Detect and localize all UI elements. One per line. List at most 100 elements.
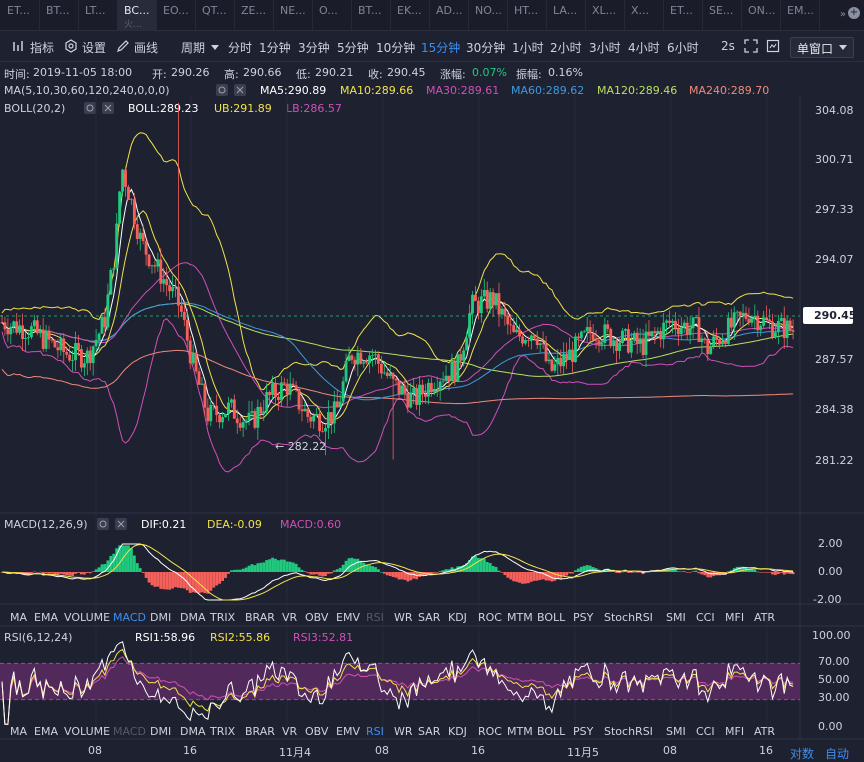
indicator-tab[interactable]: CCI [696, 725, 715, 738]
macd-histogram-bar [782, 572, 786, 575]
macd-histogram-bar [147, 572, 151, 583]
indicator-tab[interactable]: BOLL [537, 725, 565, 738]
rsi-title[interactable]: RSI(6,12,24) [4, 631, 72, 644]
indicator-tab[interactable]: MA [10, 611, 27, 624]
indicator-tab[interactable]: MTM [507, 725, 533, 738]
indicator-tab[interactable]: TRIX [210, 611, 235, 624]
indicator-tab[interactable]: DMI [150, 725, 171, 738]
indicator-tab[interactable]: StochRSI [604, 611, 653, 624]
candle-body [177, 286, 180, 306]
indicator-tab[interactable]: ATR [754, 725, 775, 738]
indicator-tab[interactable]: ROC [478, 611, 502, 624]
candle-body [632, 332, 636, 341]
macd-title[interactable]: MACD(12,26,9) [4, 518, 88, 531]
macd-histogram-bar [44, 572, 48, 573]
candle-body [597, 340, 601, 345]
indicator-tab[interactable]: OBV [305, 725, 328, 738]
auto-scale-toggle[interactable]: 自动 [825, 745, 849, 762]
candle-body [350, 355, 354, 360]
indicator-tab[interactable]: VR [282, 611, 297, 624]
indicator-tab[interactable]: MACD [113, 725, 146, 738]
indicator-tab[interactable]: EMA [34, 725, 58, 738]
kline-chart[interactable] [0, 0, 864, 758]
price-tick: 300.71 [815, 153, 854, 166]
macd-histogram-bar [50, 572, 54, 574]
indicator-tab[interactable]: CCI [696, 611, 715, 624]
macd-histogram-bar [315, 572, 319, 575]
macd-histogram-bar [91, 571, 95, 572]
macd-histogram-bar [335, 569, 339, 572]
indicator-tab[interactable]: VOLUME [64, 611, 110, 624]
candle-body [712, 336, 716, 347]
indicator-tab[interactable]: BRAR [245, 725, 275, 738]
indicator-tab[interactable]: ATR [754, 611, 775, 624]
macd-histogram-bar [56, 572, 60, 575]
indicator-tab[interactable]: SMI [666, 611, 686, 624]
indicator-tab[interactable]: EMV [336, 611, 360, 624]
macd-histogram-bar [771, 572, 774, 575]
indicator-tab[interactable]: ROC [478, 725, 502, 738]
candle-body [612, 340, 616, 347]
indicator-tab[interactable]: DMA [180, 611, 206, 624]
macd-close-button[interactable] [115, 518, 127, 530]
indicator-tab[interactable]: StochRSI [604, 725, 653, 738]
candle-body [326, 412, 330, 429]
indicator-tab[interactable]: WR [394, 611, 413, 624]
indicator-tab[interactable]: BRAR [245, 611, 275, 624]
indicator-tab[interactable]: MA [10, 725, 27, 738]
candle-body [341, 381, 345, 402]
indicator-tab[interactable]: MACD [113, 611, 146, 624]
candle-body [215, 405, 219, 416]
macd-settings-button[interactable] [97, 518, 109, 530]
candle-body [400, 385, 404, 395]
candle-body [685, 322, 689, 335]
indicator-tab[interactable]: EMV [336, 725, 360, 738]
indicator-tab[interactable]: BOLL [537, 611, 565, 624]
candle-body [85, 350, 89, 364]
candle-body [365, 362, 369, 364]
indicator-tab[interactable]: MTM [507, 611, 533, 624]
indicator-tab[interactable]: RSI [366, 725, 384, 738]
indicator-tab[interactable]: SAR [418, 611, 440, 624]
indicator-tab[interactable]: TRIX [210, 725, 235, 738]
indicator-tab[interactable]: RSI [366, 611, 384, 624]
indicator-tab[interactable]: EMA [34, 611, 58, 624]
macd-histogram-bar [329, 572, 333, 574]
candle-body [500, 308, 504, 315]
log-scale-toggle[interactable]: 对数 [790, 745, 814, 762]
candle-body [115, 223, 119, 269]
macd-histogram-bar [129, 548, 133, 572]
macd-histogram-bar [306, 572, 310, 573]
candle-body [32, 320, 36, 327]
indicator-tab[interactable]: OBV [305, 611, 328, 624]
candle-body [579, 331, 583, 339]
macd-histogram-bar [506, 572, 510, 578]
indicator-tab[interactable]: KDJ [448, 611, 467, 624]
candle-body [762, 317, 766, 326]
macd-histogram-bar [626, 572, 630, 573]
indicator-tab[interactable]: SAR [418, 725, 440, 738]
macd-histogram-bar [768, 572, 771, 573]
indicator-tab[interactable]: WR [394, 725, 413, 738]
macd-histogram-bar [153, 572, 157, 587]
macd-histogram-bar [571, 572, 574, 574]
indicator-tab[interactable]: PSY [573, 725, 593, 738]
indicator-tab[interactable]: VOLUME [64, 725, 110, 738]
macd-histogram-bar [241, 568, 245, 572]
indicator-tab[interactable]: MFI [725, 611, 744, 624]
indicator-tab[interactable]: DMI [150, 611, 171, 624]
indicator-tab[interactable]: KDJ [448, 725, 467, 738]
indicator-tab[interactable]: PSY [573, 611, 593, 624]
macd-histogram-bar [529, 572, 533, 582]
indicator-tab[interactable]: DMA [180, 725, 206, 738]
candle-body [315, 413, 319, 416]
macd-histogram-bar [382, 572, 386, 574]
candle-body [274, 383, 277, 397]
indicator-tab[interactable]: MFI [725, 725, 744, 738]
macd-histogram-bar [326, 572, 330, 574]
macd-histogram-bar [297, 567, 301, 572]
candle-body [585, 327, 589, 332]
candle-body [244, 420, 248, 422]
indicator-tab[interactable]: VR [282, 725, 297, 738]
indicator-tab[interactable]: SMI [666, 725, 686, 738]
